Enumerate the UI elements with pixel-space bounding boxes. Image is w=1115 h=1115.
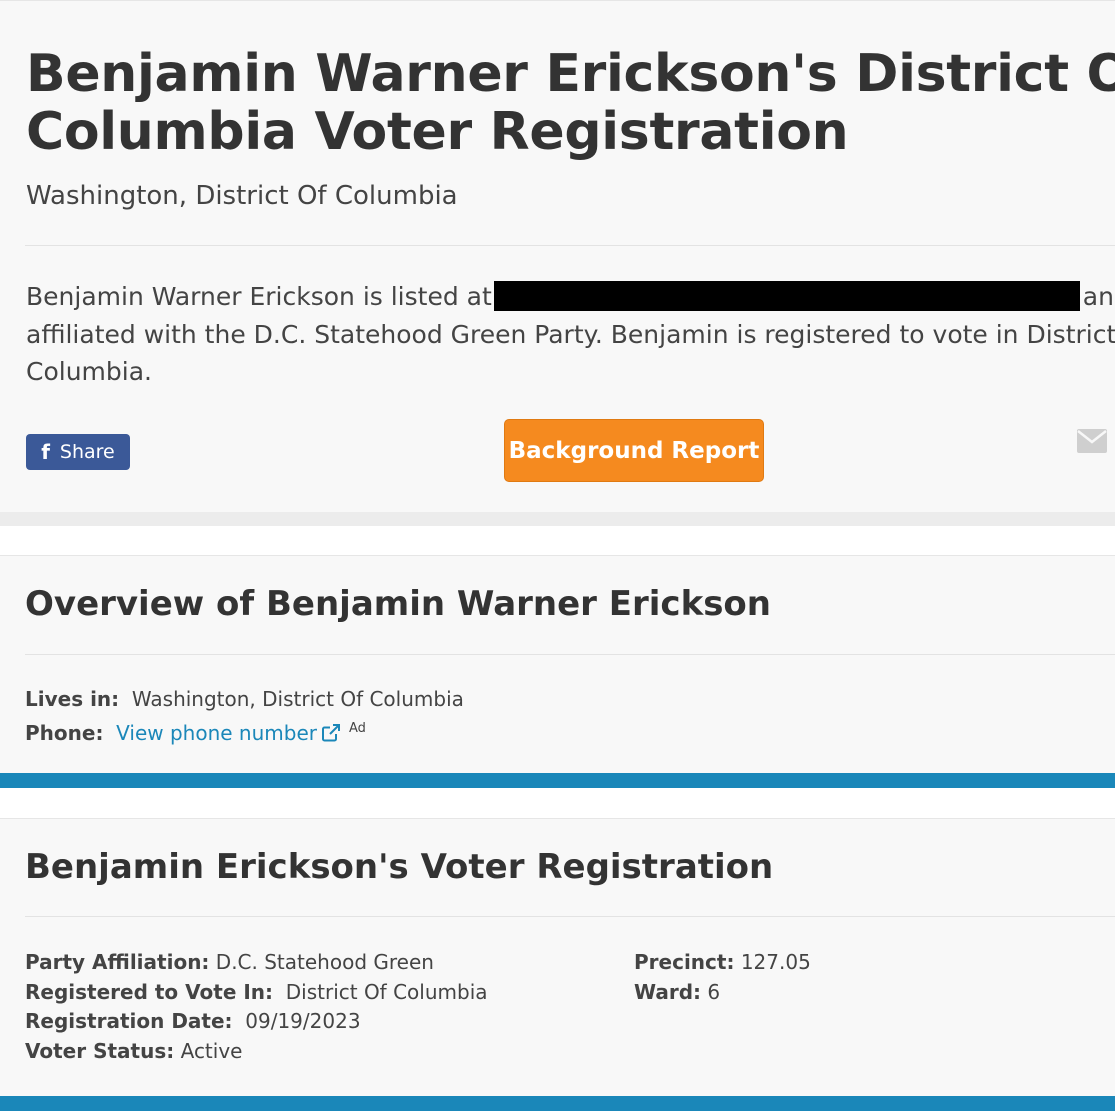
overview-title: Overview of Benjamin Warner Erickson xyxy=(25,584,771,624)
voter-status-value: Active xyxy=(180,1039,243,1063)
location-subtitle: Washington, District Of Columbia xyxy=(26,181,458,211)
redacted-address xyxy=(493,281,1080,311)
party-affiliation-label: Party Affiliation: xyxy=(25,950,210,974)
facebook-share-button[interactable]: f Share xyxy=(26,434,130,470)
precinct-row: Precinct: 127.05 xyxy=(634,948,811,978)
overview-card: Overview of Benjamin Warner Erickson Liv… xyxy=(0,555,1115,773)
page-title-line-1: Benjamin Warner Erickson's District Of xyxy=(26,44,1115,104)
header-divider xyxy=(25,245,1115,246)
intro-line-1: Benjamin Warner Erickson is listed at and xyxy=(26,278,1115,316)
registration-date-label: Registration Date: xyxy=(25,1009,233,1033)
external-link-icon xyxy=(321,722,341,742)
intro-text-after: and xyxy=(1082,282,1115,311)
intro-line-3: Columbia. xyxy=(26,357,152,386)
party-affiliation-value: D.C. Statehood Green xyxy=(215,950,434,974)
ward-value: 6 xyxy=(707,980,721,1004)
mail-icon[interactable] xyxy=(1077,429,1107,453)
registration-date-value: 09/19/2023 xyxy=(245,1009,361,1033)
party-affiliation-row: Party Affiliation: D.C. Statehood Green xyxy=(25,948,434,978)
intro-line-2: affiliated with the D.C. Statehood Green… xyxy=(26,319,1115,349)
page-title-line-2: Columbia Voter Registration xyxy=(26,102,849,162)
lives-in-value: Washington, District Of Columbia xyxy=(131,687,464,711)
lives-in-label: Lives in: xyxy=(25,687,120,711)
accent-bar xyxy=(0,773,1115,788)
registration-title: Benjamin Erickson's Voter Registration xyxy=(25,847,774,887)
ward-label: Ward: xyxy=(634,980,702,1004)
registration-date-row: Registration Date: 09/19/2023 xyxy=(25,1007,361,1037)
registered-to-vote-label: Registered to Vote In: xyxy=(25,980,274,1004)
registered-to-vote-row: Registered to Vote In: District Of Colum… xyxy=(25,978,488,1008)
section-separator xyxy=(0,512,1115,526)
precinct-value: 127.05 xyxy=(740,950,811,974)
precinct-label: Precinct: xyxy=(634,950,735,974)
overview-divider xyxy=(25,654,1115,655)
ad-label: Ad xyxy=(348,721,366,736)
phone-label: Phone: xyxy=(25,721,104,745)
background-report-button[interactable]: Background Report xyxy=(504,419,764,482)
lives-in-row: Lives in: Washington, District Of Columb… xyxy=(25,685,464,715)
intro-paragraph: Benjamin Warner Erickson is listed at and… xyxy=(26,278,1115,391)
registration-divider xyxy=(25,916,1115,917)
page-title: Benjamin Warner Erickson's District Of C… xyxy=(26,44,1115,162)
accent-bar xyxy=(0,1096,1115,1111)
intro-text-before: Benjamin Warner Erickson is listed at xyxy=(26,282,492,311)
ward-row: Ward: 6 xyxy=(634,978,720,1008)
registered-to-vote-value: District Of Columbia xyxy=(285,980,488,1004)
background-report-label: Background Report xyxy=(508,437,760,464)
view-phone-number-link[interactable]: View phone number xyxy=(116,721,341,745)
share-label: Share xyxy=(59,441,115,463)
phone-row: Phone: View phone number Ad xyxy=(25,714,366,749)
profile-header-card: Benjamin Warner Erickson's District Of C… xyxy=(0,0,1115,512)
voter-registration-card: Benjamin Erickson's Voter Registration P… xyxy=(0,818,1115,1098)
view-phone-number-label: View phone number xyxy=(116,721,317,745)
voter-status-row: Voter Status: Active xyxy=(25,1037,242,1067)
voter-status-label: Voter Status: xyxy=(25,1039,175,1063)
facebook-icon: f xyxy=(41,440,50,464)
